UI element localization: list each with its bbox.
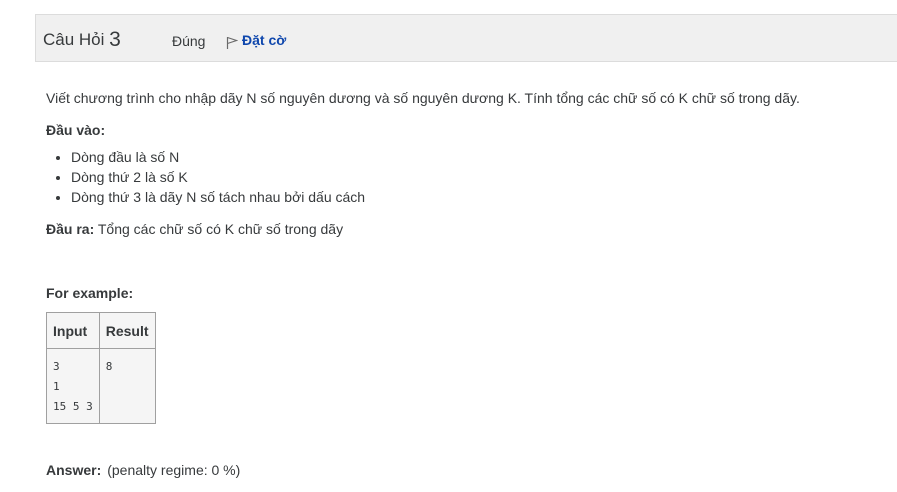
example-input: 3 1 15 5 3 [53,360,93,413]
flag-label: Đặt cờ [242,32,287,48]
example-result-cell: 8 [98,348,156,424]
penalty-regime: (penalty regime: 0 %) [107,462,241,478]
output-description: Đầu ra: Tổng các chữ số có K chữ số tron… [46,219,866,239]
example-title: For example: [46,285,134,301]
table-header-row: Input Result [46,312,156,349]
problem-intro: Viết chương trình cho nhập dãy N số nguy… [46,90,800,106]
question-title: Câu Hỏi 3 [43,27,121,51]
question-info-header: Câu Hỏi 3 Đúng Đặt cờ [35,14,897,62]
list-item: Dòng thứ 2 là số K [71,167,866,187]
question-label: Câu Hỏi [43,30,105,49]
flag-icon [226,36,239,49]
result-column-header: Result [98,312,156,349]
input-list: Dòng đầu là số N Dòng thứ 2 là số K Dòng… [46,147,866,207]
input-column-header: Input [46,312,100,349]
flag-question-button[interactable]: Đặt cờ [226,32,287,49]
output-text: Tổng các chữ số có K chữ số trong dãy [94,221,344,237]
question-number: 3 [109,28,121,51]
example-input-cell: 3 1 15 5 3 [46,348,100,424]
question-state: Đúng [172,33,206,49]
input-heading: Đầu vào: [46,122,106,138]
list-item: Dòng thứ 3 là dãy N số tách nhau bởi dấu… [71,187,866,207]
table-row: 3 1 15 5 3 8 [46,348,156,424]
list-item: Dòng đầu là số N [71,147,866,167]
example-result: 8 [105,360,113,373]
answer-row: Answer: (penalty regime: 0 %) [46,462,240,478]
answer-label: Answer: [46,462,102,478]
question-text: Viết chương trình cho nhập dãy N số nguy… [46,88,866,424]
example-table: Input Result 3 1 15 5 3 8 [46,312,156,424]
output-heading: Đầu ra: [46,221,95,237]
